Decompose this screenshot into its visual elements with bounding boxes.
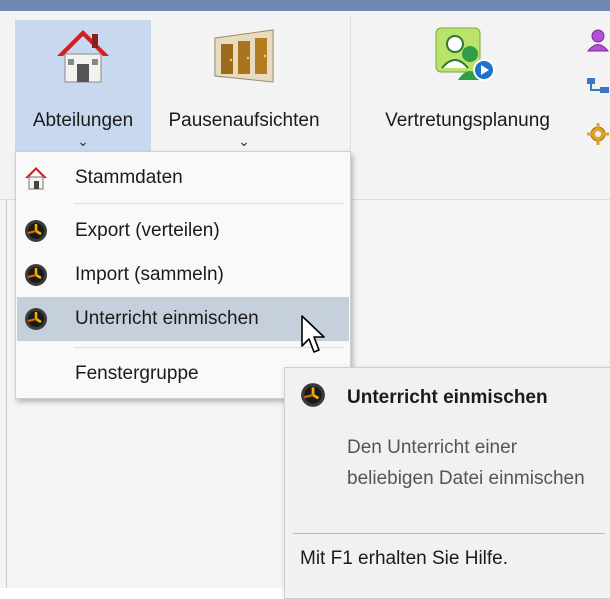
tooltip: Unterricht einmischen Den Unterricht ein…: [284, 367, 610, 599]
clock-icon: [301, 383, 325, 407]
clock-icon: [25, 264, 47, 286]
content-left-border: [6, 200, 7, 588]
abteilungen-label: Abteilungen: [32, 110, 134, 131]
pausenaufsichten-label: Pausenaufsichten: [168, 110, 320, 131]
chevron-down-icon: ⌄: [238, 133, 250, 149]
tooltip-help-text: Mit F1 erhalten Sie Hilfe.: [300, 548, 509, 569]
abteilungen-dropdown-menu: Stammdaten Export (verteilen) Import (sa…: [15, 151, 351, 399]
menu-item-stammdaten[interactable]: Stammdaten: [17, 156, 349, 200]
menu-item-label: Unterricht einmischen: [75, 308, 259, 329]
mouse-pointer-icon: [301, 315, 325, 353]
vertretungsplanung-label: Vertretungsplanung: [385, 110, 550, 131]
menu-item-label: Import (sammeln): [75, 264, 224, 285]
clock-icon: [25, 220, 47, 242]
menu-item-label: Export (verteilen): [75, 220, 220, 241]
menu-item-import[interactable]: Import (sammeln): [17, 253, 349, 297]
menu-item-label: Stammdaten: [75, 167, 183, 188]
house-icon: [57, 30, 109, 83]
tooltip-title: Unterricht einmischen: [347, 387, 548, 408]
window-top-border: [0, 0, 610, 11]
doors-icon: [214, 29, 274, 83]
chevron-down-icon: ⌄: [77, 133, 89, 149]
menu-separator: [74, 203, 344, 204]
gear-icon[interactable]: [586, 122, 610, 146]
clock-icon: [25, 308, 47, 330]
vertretungsplanung-button[interactable]: Vertretungsplanung: [360, 20, 575, 152]
substitution-person-icon: [435, 27, 495, 81]
menu-item-label: Fenstergruppe: [75, 363, 199, 384]
house-icon: [25, 167, 47, 190]
person-icon[interactable]: [586, 28, 610, 52]
tooltip-description: Den Unterricht einer beliebigen Datei ei…: [347, 437, 585, 489]
network-icon[interactable]: [586, 75, 610, 99]
abteilungen-button[interactable]: Abteilungen ⌄: [15, 20, 151, 152]
menu-item-export[interactable]: Export (verteilen): [17, 209, 349, 253]
tooltip-separator: [293, 533, 605, 534]
pausenaufsichten-button[interactable]: Pausenaufsichten ⌄: [151, 20, 337, 152]
